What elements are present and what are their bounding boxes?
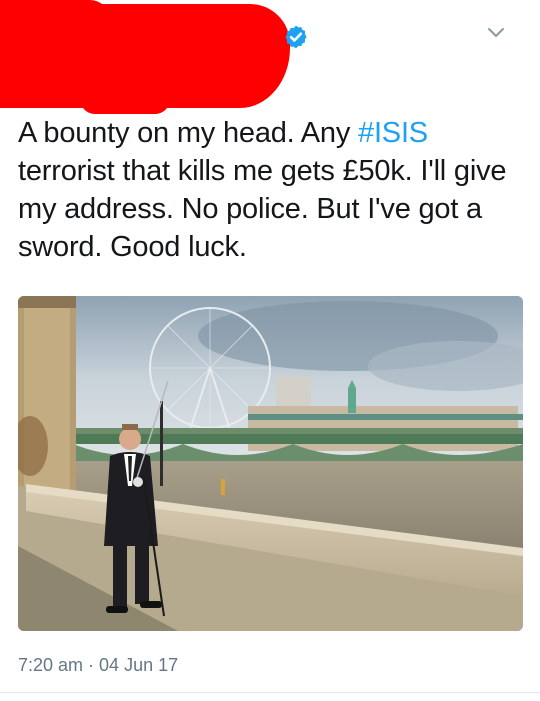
divider [0,692,540,693]
redacted-author-name [0,4,290,114]
tweet-text: A bounty on my head. Any #ISIS terrorist… [18,114,523,266]
chevron-down-icon[interactable] [487,26,505,40]
tweet-time: 7:20 am [18,655,84,675]
timestamp-separator: · [83,655,100,675]
verified-badge-icon [285,25,307,49]
tweet-photo[interactable] [18,296,523,631]
tweet-text-part: terrorist that kills me gets £50k. I'll … [18,155,507,263]
tweet-header [0,0,540,114]
tweet-text-part: A bounty on my head. Any [18,117,359,149]
hashtag-link[interactable]: #ISIS [358,117,428,149]
tweet-timestamp[interactable]: 7:20 am · 04 Jun 17 [18,655,178,676]
photo-illustration [18,296,523,631]
tweet-date: 04 Jun 17 [99,655,179,675]
